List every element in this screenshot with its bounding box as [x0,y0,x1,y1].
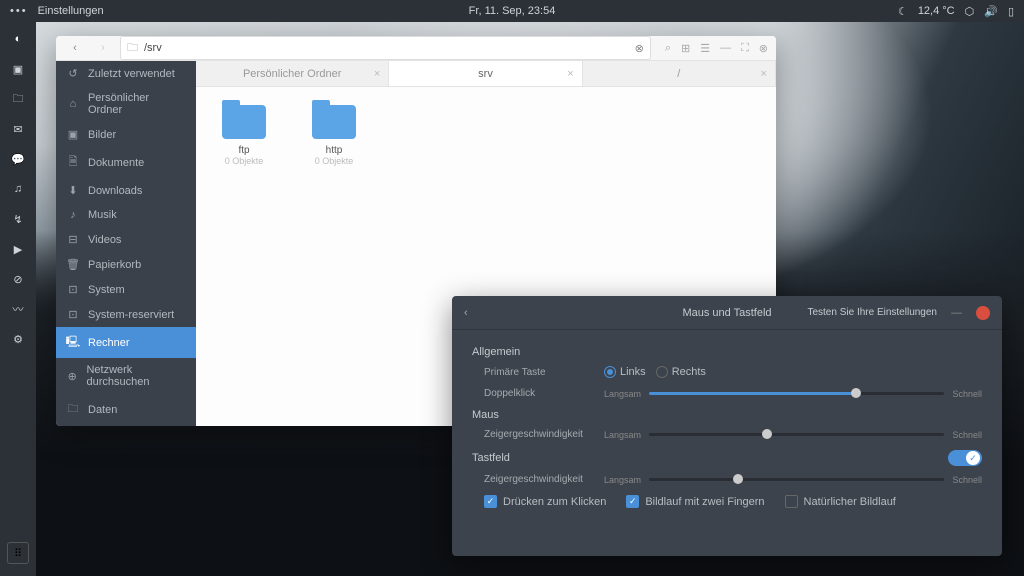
sidebar-item-1[interactable]: ⌂Persönlicher Ordner [56,86,196,122]
sidebar-item-3[interactable]: 🗎Dokumente [56,147,196,178]
back-icon[interactable]: ‹ [464,307,468,319]
search-icon[interactable]: ⌕ [665,42,671,55]
folder-icon [222,105,266,139]
sidebar-item-13[interactable]: 🗀.icons [56,425,196,426]
network-icon: ⊕ [66,370,78,383]
folder-icon: 🗀 [66,400,80,419]
settings-title: Maus und Tastfeld [682,307,771,319]
tap-to-click-checkbox[interactable]: ✓Drücken zum Klicken [484,495,606,508]
clock[interactable]: Fr, 11. Sep, 23:54 [469,5,556,17]
disk-icon: ⊡ [66,308,80,321]
sidebar-item-12[interactable]: 🗀Daten [56,394,196,425]
path-input[interactable] [144,42,629,54]
two-finger-scroll-checkbox[interactable]: ✓Bildlauf mit zwei Fingern [626,495,764,508]
grid-view-icon[interactable]: ⊞ [681,42,690,55]
wifi-icon[interactable]: ⬡ [965,5,975,18]
music-icon: ♪ [66,209,80,221]
pointer-speed-label: Zeigergeschwindigkeit [484,429,604,440]
battery-icon[interactable]: ▯ [1008,5,1014,18]
section-mouse: Maus [472,409,982,421]
tab-2[interactable]: /× [583,61,776,86]
settings-header: ‹ Maus und Tastfeld Testen Sie Ihre Eins… [452,296,1002,330]
sidebar-item-4[interactable]: ⬇Downloads [56,178,196,203]
dock-sync-icon[interactable]: ↯ [9,210,27,228]
sidebar-item-11[interactable]: ⊕Netzwerk durchsuchen [56,358,196,394]
sidebar-item-2[interactable]: ▣Bilder [56,122,196,147]
touchpad-speed-slider[interactable] [649,478,944,481]
tab-close-icon[interactable]: × [761,68,767,80]
volume-icon[interactable]: 🔊 [984,5,998,18]
folder-http[interactable]: http0 Objekte [304,105,364,166]
tab-1[interactable]: srv× [389,61,582,86]
section-touchpad: Tastfeld [472,452,510,464]
sidebar-item-6[interactable]: ⊟Videos [56,227,196,252]
natural-scroll-checkbox[interactable]: Natürlicher Bildlauf [785,495,896,508]
sidebar-item-5[interactable]: ♪Musik [56,203,196,227]
sidebar-item-10[interactable]: 🖳Rechner [56,327,196,358]
image-icon: ▣ [66,128,80,141]
mouse-speed-slider[interactable] [649,433,944,436]
app-name[interactable]: Einstellungen [38,5,104,17]
sidebar-item-7[interactable]: 🗑Papierkorb [56,252,196,277]
close-button[interactable] [976,306,990,320]
dock-files-icon[interactable]: 🗀 [9,90,27,108]
fm-tabs: Persönlicher Ordner×srv×/× [196,61,776,87]
dock-music-icon[interactable]: ♫ [9,180,27,198]
disk-icon: ⊡ [66,283,80,296]
sidebar-item-9[interactable]: ⊡System-reserviert [56,302,196,327]
home-icon: ⌂ [66,98,80,110]
minimize-icon[interactable]: — [720,42,731,54]
folder-icon: 🗀 [127,39,138,58]
show-apps-button[interactable]: ⠿ [7,542,29,564]
clock-icon: ↺ [66,67,80,80]
section-general: Allgemein [472,346,982,358]
forward-button[interactable]: › [92,37,114,59]
dock-settings-icon[interactable]: ⚙ [9,330,27,348]
tab-close-icon[interactable]: × [567,68,573,80]
dock-help-icon[interactable]: ⊘ [9,270,27,288]
folder-ftp[interactable]: ftp0 Objekte [214,105,274,166]
dock-monitor-icon[interactable]: 〰 [9,300,27,318]
doubleclick-label: Doppelklick [484,388,604,399]
dock: ◐ ▣ 🗀 ✉ 💬 ♫ ↯ ▶ ⊘ 〰 ⚙ ⠿ [0,22,36,576]
dock-firefox-icon[interactable]: ◐ [9,30,27,48]
activities-icon[interactable]: ••• [10,5,28,17]
folder-icon [312,105,356,139]
primary-button-label: Primäre Taste [484,367,604,378]
dock-play-icon[interactable]: ▶ [9,240,27,258]
temperature: 12,4 °C [918,5,955,17]
clear-path-icon[interactable]: ⊗ [635,42,644,55]
sidebar-item-0[interactable]: ↺Zuletzt verwendet [56,61,196,86]
dock-mail-icon[interactable]: ✉ [9,120,27,138]
top-bar: ••• Einstellungen Fr, 11. Sep, 23:54 ☾ 1… [0,0,1024,22]
tab-0[interactable]: Persönlicher Ordner× [196,61,389,86]
doc-icon: 🗎 [66,153,80,172]
test-settings-button[interactable]: Testen Sie Ihre Einstellungen [807,307,937,318]
list-view-icon[interactable]: ☰ [700,42,710,55]
weather-icon[interactable]: ☾ [898,5,908,18]
tab-close-icon[interactable]: × [374,68,380,80]
radio-rechts[interactable]: Rechts [656,366,706,378]
path-bar[interactable]: 🗀 ⊗ [120,36,651,60]
minimize-button[interactable]: — [951,307,962,319]
maximize-icon[interactable]: ⛶ [741,42,749,55]
fm-sidebar: ↺Zuletzt verwendet⌂Persönlicher Ordner▣B… [56,61,196,426]
video-icon: ⊟ [66,233,80,246]
radio-links[interactable]: Links [604,366,646,378]
sidebar-item-8[interactable]: ⊡System [56,277,196,302]
doubleclick-slider[interactable] [649,392,944,395]
dock-chat-icon[interactable]: 💬 [9,150,27,168]
close-icon[interactable]: ⊗ [759,42,768,55]
touchpad-toggle[interactable] [948,450,982,466]
back-button[interactable]: ‹ [64,37,86,59]
computer-icon: 🖳 [66,333,80,352]
download-icon: ⬇ [66,184,80,197]
settings-window: ‹ Maus und Tastfeld Testen Sie Ihre Eins… [452,296,1002,556]
touchpad-speed-label: Zeigergeschwindigkeit [484,474,604,485]
dock-terminal-icon[interactable]: ▣ [9,60,27,78]
fm-toolbar: ‹ › 🗀 ⊗ ⌕ ⊞ ☰ — ⛶ ⊗ [56,36,776,61]
trash-icon: 🗑 [66,258,80,271]
